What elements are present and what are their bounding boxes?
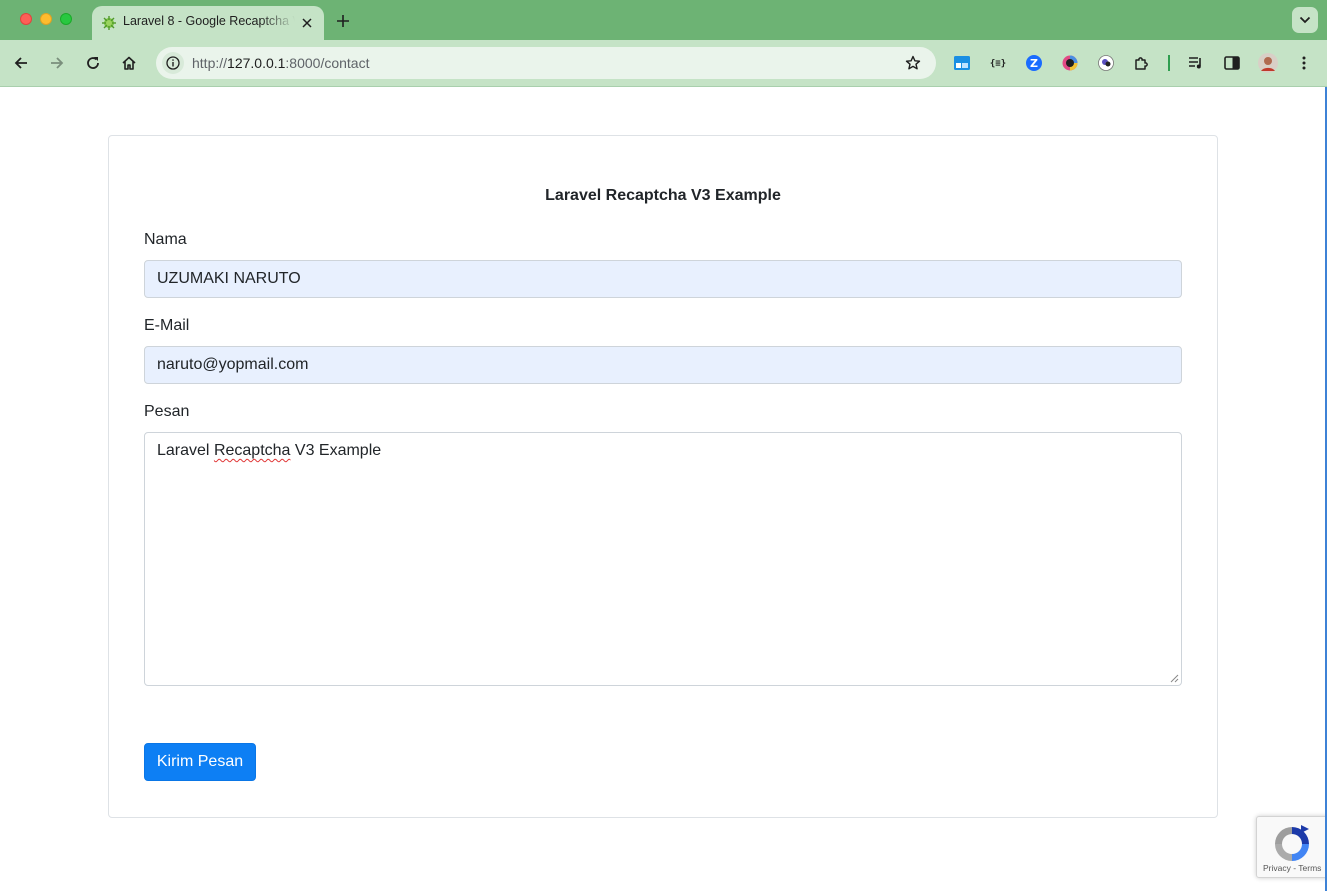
bookmark-star-icon[interactable]	[904, 54, 922, 72]
toolbar-divider	[1168, 55, 1170, 71]
close-window-button[interactable]	[20, 13, 32, 25]
name-label: Nama	[144, 231, 187, 248]
email-label: E-Mail	[144, 317, 190, 334]
recaptcha-links: Privacy - Terms	[1263, 863, 1322, 873]
maximize-window-button[interactable]	[60, 13, 72, 25]
json-formatter-extension-icon[interactable]: {≡}	[988, 53, 1008, 73]
message-label: Pesan	[144, 403, 190, 420]
site-info-icon[interactable]	[162, 52, 184, 74]
address-bar[interactable]: http://127.0.0.1:8000/contact	[156, 47, 936, 79]
more-menu-icon[interactable]	[1294, 53, 1314, 73]
url-text: http://127.0.0.1:8000/contact	[192, 55, 370, 71]
message-textarea[interactable]: Laravel Recaptcha V3 Example	[144, 432, 1182, 686]
submit-button[interactable]: Kirim Pesan	[144, 743, 256, 781]
back-arrow-icon[interactable]	[10, 52, 32, 74]
tab-title: Laravel 8 - Google Recaptcha V3 Example	[123, 14, 295, 28]
privacy-link[interactable]: Privacy	[1263, 863, 1291, 873]
email-field[interactable]: naruto@yopmail.com	[144, 346, 1182, 384]
color-picker-extension-icon[interactable]	[1060, 53, 1080, 73]
svg-text:{≡}: {≡}	[990, 59, 1006, 69]
tab-close-icon[interactable]	[299, 15, 315, 31]
zoom-extension-icon[interactable]: Z	[1024, 53, 1044, 73]
home-icon[interactable]	[118, 52, 140, 74]
tab-bar: Laravel 8 - Google Recaptcha V3 Example	[0, 0, 1327, 40]
recaptcha-badge[interactable]: Privacy - Terms	[1256, 816, 1327, 878]
forward-arrow-icon[interactable]	[46, 52, 68, 74]
side-panel-icon[interactable]	[1222, 53, 1242, 73]
page-title: Laravel Recaptcha V3 Example	[545, 187, 781, 204]
svg-text:Z: Z	[1030, 57, 1038, 70]
new-tab-icon[interactable]	[333, 11, 353, 31]
media-control-icon[interactable]	[1186, 53, 1206, 73]
minimize-window-button[interactable]	[40, 13, 52, 25]
tab-search-chevron-down-icon[interactable]	[1292, 7, 1318, 33]
contact-form-card: Laravel Recaptcha V3 Example Nama UZUMAK…	[108, 135, 1218, 818]
recaptcha-logo-icon	[1275, 825, 1309, 861]
screenshot-extension-icon[interactable]	[952, 53, 972, 73]
terms-link[interactable]: Terms	[1298, 863, 1321, 873]
laravel-favicon-icon	[101, 15, 117, 31]
user-avatar[interactable]	[1258, 53, 1278, 73]
reload-icon[interactable]	[82, 52, 104, 74]
resize-handle-icon[interactable]	[1170, 674, 1179, 683]
profile-extension-icon[interactable]	[1096, 53, 1116, 73]
name-field[interactable]: UZUMAKI NARUTO	[144, 260, 1182, 298]
extensions-puzzle-icon[interactable]	[1132, 53, 1152, 73]
message-text: Laravel Recaptcha V3 Example	[157, 442, 382, 459]
browser-toolbar: http://127.0.0.1:8000/contact {≡} Z	[0, 40, 1327, 87]
tab-active[interactable]: Laravel 8 - Google Recaptcha V3 Example	[92, 6, 324, 40]
